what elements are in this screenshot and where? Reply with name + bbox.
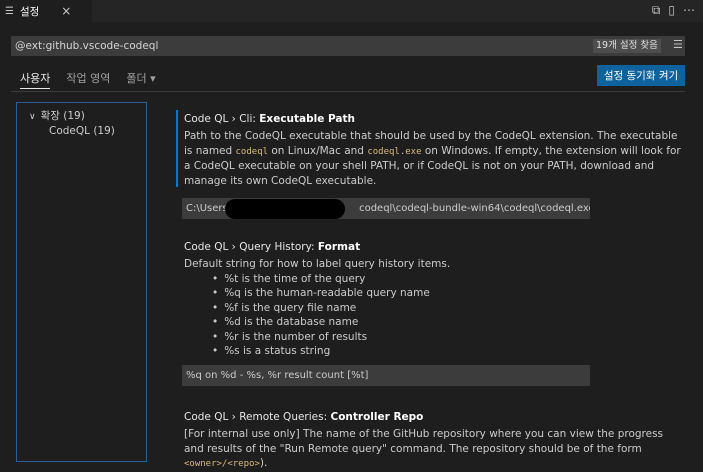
setting-title: Code QL › Cli: Executable Path	[184, 113, 356, 125]
tab-workspace[interactable]: 작업 영역	[66, 70, 110, 88]
setting-description: Path to the CodeQL executable that shoul…	[184, 130, 681, 187]
redaction-mark	[225, 199, 345, 219]
setting-description: [For internal use only] The name of the …	[184, 428, 664, 469]
format-token-list: %t is the time of the query %q is the hu…	[178, 272, 688, 359]
setting-title: Code QL › Query History: Format	[184, 241, 361, 253]
list-item: %s is a status string	[212, 344, 688, 359]
editor-actions: ⧉ ▯ ⋯	[652, 3, 695, 18]
toc-item-codeql[interactable]: CodeQL (19)	[49, 125, 115, 137]
list-icon: ☰	[5, 5, 14, 17]
list-item: %q is the human-readable query name	[212, 286, 688, 301]
open-settings-json-icon[interactable]: ▯	[668, 3, 675, 18]
divider	[11, 91, 685, 92]
editor-tab-bar: ☰ 설정 × ⧉ ▯ ⋯	[0, 0, 703, 22]
query-history-format-input[interactable]: %q on %d - %s, %r result count [%t]	[182, 364, 590, 386]
tab-settings-label: 설정	[19, 5, 40, 18]
toc-group-extensions[interactable]: ∨ 확장 (19)	[29, 108, 85, 123]
list-item: %f is the query file name	[212, 301, 688, 316]
toc-group-label: 확장 (19)	[40, 110, 85, 122]
list-item: %r is the number of results	[212, 330, 688, 345]
settings-search-box[interactable]: 19개 설정 찾음 ☰	[11, 36, 685, 56]
tab-user[interactable]: 사용자	[20, 70, 51, 89]
list-item: %d is the database name	[212, 315, 688, 330]
settings-sync-button[interactable]: 설정 동기화 켜기	[597, 65, 685, 86]
tab-folder[interactable]: 폴더 ▾	[126, 70, 155, 88]
more-actions-icon[interactable]: ⋯	[683, 3, 695, 18]
search-input[interactable]	[15, 36, 575, 56]
setting-query-history-format: Code QL › Query History: Format Default …	[178, 241, 688, 386]
scope-tabs: 사용자 작업 영역 폴더 ▾	[20, 70, 156, 89]
setting-controller-repo: Code QL › Remote Queries: Controller Rep…	[178, 411, 688, 472]
settings-toc: ∨ 확장 (19) CodeQL (19)	[16, 102, 147, 462]
result-count-badge: 19개 설정 찾음	[593, 39, 661, 53]
split-editor-icon[interactable]: ⧉	[652, 3, 661, 18]
filter-icon[interactable]: ☰	[673, 38, 683, 51]
setting-title: Code QL › Remote Queries: Controller Rep…	[184, 411, 424, 423]
tab-settings[interactable]: ☰ 설정 ×	[0, 0, 92, 22]
chevron-down-icon: ∨	[29, 112, 36, 122]
list-item: %t is the time of the query	[212, 272, 688, 287]
setting-description: Default string for how to label query hi…	[184, 258, 451, 270]
close-icon[interactable]: ×	[61, 4, 71, 18]
